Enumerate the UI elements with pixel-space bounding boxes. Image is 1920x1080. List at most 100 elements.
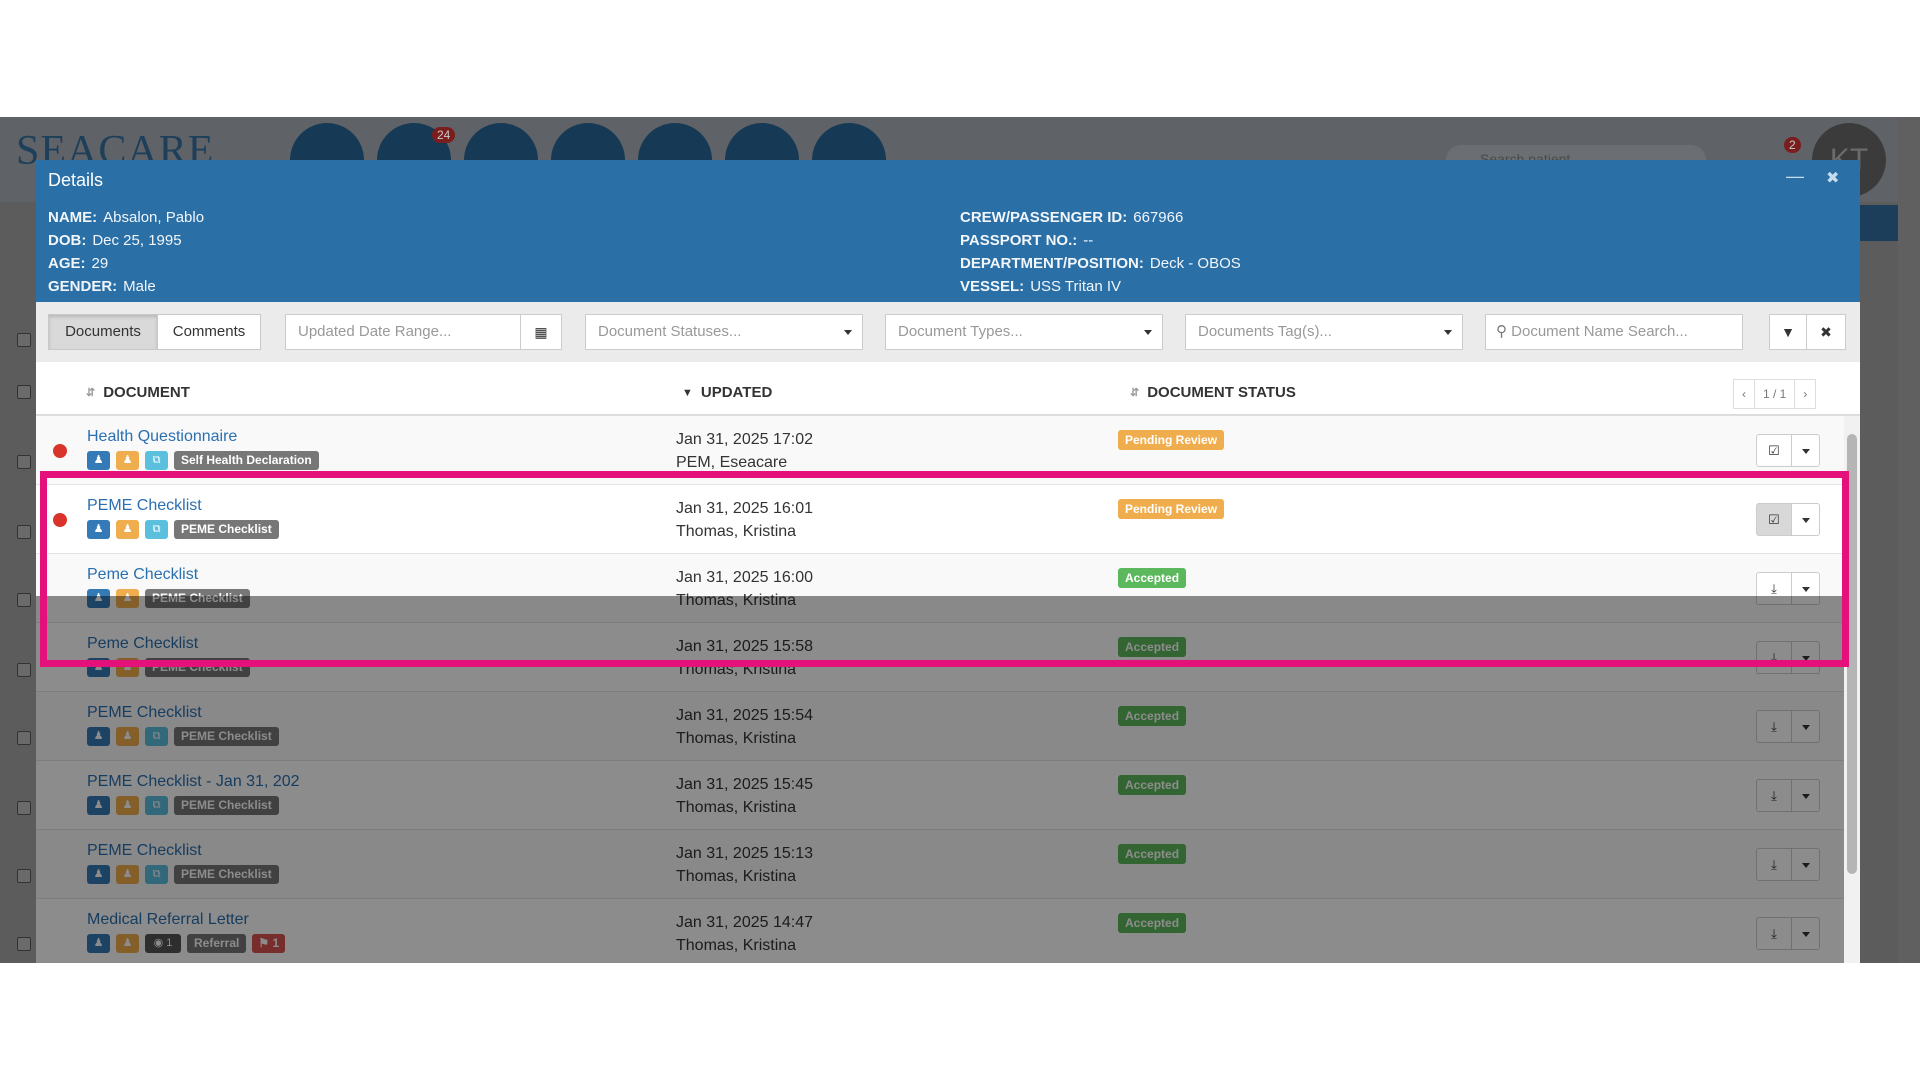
row-actions: ⤓ [1756,572,1820,605]
updated-date: Jan 31, 2025 15:45 [676,776,814,793]
document-type-label: Referral [187,934,247,953]
document-chips: ♟ ♟ ⧉ PEME Checklist [87,796,279,815]
page-scrollbar[interactable] [1898,117,1920,963]
row-actions: ⤓ [1756,779,1820,812]
user-icon: ♟ [87,796,110,815]
download-icon[interactable]: ⤓ [1756,779,1792,812]
status-badge: Pending Review [1118,430,1225,450]
row-actions: ⤓ [1756,641,1820,674]
row-actions: ☑ [1756,503,1820,536]
patient-info-right: CREW/PASSENGER ID: 667966 PASSPORT NO.: --… [960,206,1241,298]
document-tags-select[interactable]: Documents Tag(s)... [1185,314,1463,350]
review-icon[interactable]: ☑ [1756,434,1792,467]
table-row[interactable]: Peme Checklist ♟ ♟ PEME Checklist Jan 31, 20… [36,623,1860,692]
document-link[interactable]: PEME Checklist - Jan 31, 202 [87,773,300,791]
table-row[interactable]: Health Questionnaire ♟ ♟ ⧉ Self Health Decla… [36,416,1860,485]
review-icon[interactable]: ☑ [1756,503,1792,536]
table-row[interactable]: Peme Checklist ♟ ♟ PEME Checklist Jan 31, 20… [36,554,1860,623]
chevron-down-icon [1444,330,1452,335]
comment-icon: ◉ 1 [145,934,181,953]
table-row[interactable]: PEME Checklist ♟ ♟ ⧉ PEME Checklist Jan 31, 2… [36,830,1860,899]
actions-dropdown-button[interactable] [1792,779,1820,812]
modal-scrollbar[interactable] [1844,416,1860,963]
document-link[interactable]: Peme Checklist [87,566,198,584]
actions-dropdown-button[interactable] [1792,917,1820,950]
calendar-icon[interactable]: ▦ [520,314,562,350]
download-icon[interactable]: ⤓ [1756,572,1792,605]
updated-date: Jan 31, 2025 14:47 [676,914,814,931]
document-link[interactable]: PEME Checklist [87,497,202,515]
updated-by: Thomas, Kristina [676,661,797,678]
document-link[interactable]: PEME Checklist [87,842,202,860]
document-link[interactable]: PEME Checklist [87,704,202,722]
user-icon: ♟ [87,589,110,608]
updated-date: Jan 31, 2025 15:13 [676,845,814,862]
scrollbar-thumb[interactable] [1847,434,1857,874]
clear-filter-icon[interactable]: ✖ [1806,314,1846,350]
prev-page-icon[interactable]: ‹ [1734,380,1755,408]
actions-dropdown-button[interactable] [1792,503,1820,536]
doctor-icon: ♟ [116,934,139,953]
patient-name: NAME: Absalon, Pablo [48,209,205,226]
copy-icon: ⧉ [145,451,168,470]
updated-cell: Jan 31, 2025 15:13 Thomas, Kristina [676,842,813,888]
filter-icon[interactable]: ▼ [1769,314,1807,350]
tab-comments[interactable]: Comments [157,314,261,350]
column-updated[interactable]: ▼ UPDATED [682,384,772,401]
document-name-search[interactable]: ⚲ Document Name Search... [1485,314,1743,350]
updated-by: Thomas, Kristina [676,937,797,954]
document-chips: ♟ ♟ ⧉ PEME Checklist [87,727,279,746]
column-document[interactable]: ⇵ DOCUMENT [86,384,190,401]
document-type-label: PEME Checklist [145,658,250,677]
column-document-status[interactable]: ⇵ DOCUMENT STATUS [1130,384,1296,401]
background-checkbox [17,937,31,951]
chevron-down-icon [844,330,852,335]
download-icon[interactable]: ⤓ [1756,641,1792,674]
close-icon[interactable]: ✖ [1826,168,1839,188]
doctor-icon: ♟ [116,727,139,746]
updated-cell: Jan 31, 2025 16:00 Thomas, Kristina [676,566,813,612]
actions-dropdown-button[interactable] [1792,848,1820,881]
background-checkbox [17,731,31,745]
background-checkbox [17,455,31,469]
document-types-select[interactable]: Document Types... [885,314,1163,350]
user-icon: ♟ [87,451,110,470]
chevron-down-icon [1144,330,1152,335]
document-statuses-select[interactable]: Document Statuses... [585,314,863,350]
doctor-icon: ♟ [116,520,139,539]
download-icon[interactable]: ⤓ [1756,710,1792,743]
row-actions: ⤓ [1756,917,1820,950]
table-row[interactable]: Medical Referral Letter ♟ ♟ ◉ 1 Referral ⚑ 1 J… [36,899,1860,963]
actions-dropdown-button[interactable] [1792,641,1820,674]
document-type-label: PEME Checklist [174,520,279,539]
document-link[interactable]: Health Questionnaire [87,428,237,446]
document-link[interactable]: Medical Referral Letter [87,911,249,929]
actions-dropdown-button[interactable] [1792,434,1820,467]
row-actions: ⤓ [1756,848,1820,881]
page-indicator: 1 / 1 [1755,380,1796,408]
updated-cell: Jan 31, 2025 14:47 Thomas, Kristina [676,911,813,957]
tab-documents[interactable]: Documents [48,314,158,350]
status-badge: Accepted [1118,706,1187,726]
table-header: ⇵ DOCUMENT ▼ UPDATED ⇵ DOCUMENT STATUS ‹ 1 … [36,370,1860,416]
download-icon[interactable]: ⤓ [1756,848,1792,881]
background-checkbox [17,801,31,815]
next-page-icon[interactable]: › [1795,380,1815,408]
document-link[interactable]: Peme Checklist [87,635,198,653]
modal-title: Details [48,170,104,190]
table-row[interactable]: PEME Checklist ♟ ♟ ⧉ PEME Checklist Jan 31, 2… [36,692,1860,761]
document-type-label: PEME Checklist [145,589,250,608]
updated-cell: Jan 31, 2025 17:02 PEM, Eseacare [676,428,813,474]
download-icon[interactable]: ⤓ [1756,917,1792,950]
user-icon: ♟ [87,520,110,539]
date-range-input[interactable]: Updated Date Range... [285,314,521,350]
minimize-icon[interactable]: — [1786,166,1804,187]
table-row[interactable]: PEME Checklist - Jan 31, 202 ♟ ♟ ⧉ PEME Chec… [36,761,1860,830]
table-row[interactable]: PEME Checklist ♟ ♟ ⧉ PEME Checklist Jan 31, 2… [36,485,1860,554]
document-chips: ♟ ♟ ⧉ Self Health Declaration [87,451,319,470]
background-checkbox [17,593,31,607]
actions-dropdown-button[interactable] [1792,710,1820,743]
actions-dropdown-button[interactable] [1792,572,1820,605]
copy-icon: ⧉ [145,520,168,539]
document-type-label: PEME Checklist [174,727,279,746]
